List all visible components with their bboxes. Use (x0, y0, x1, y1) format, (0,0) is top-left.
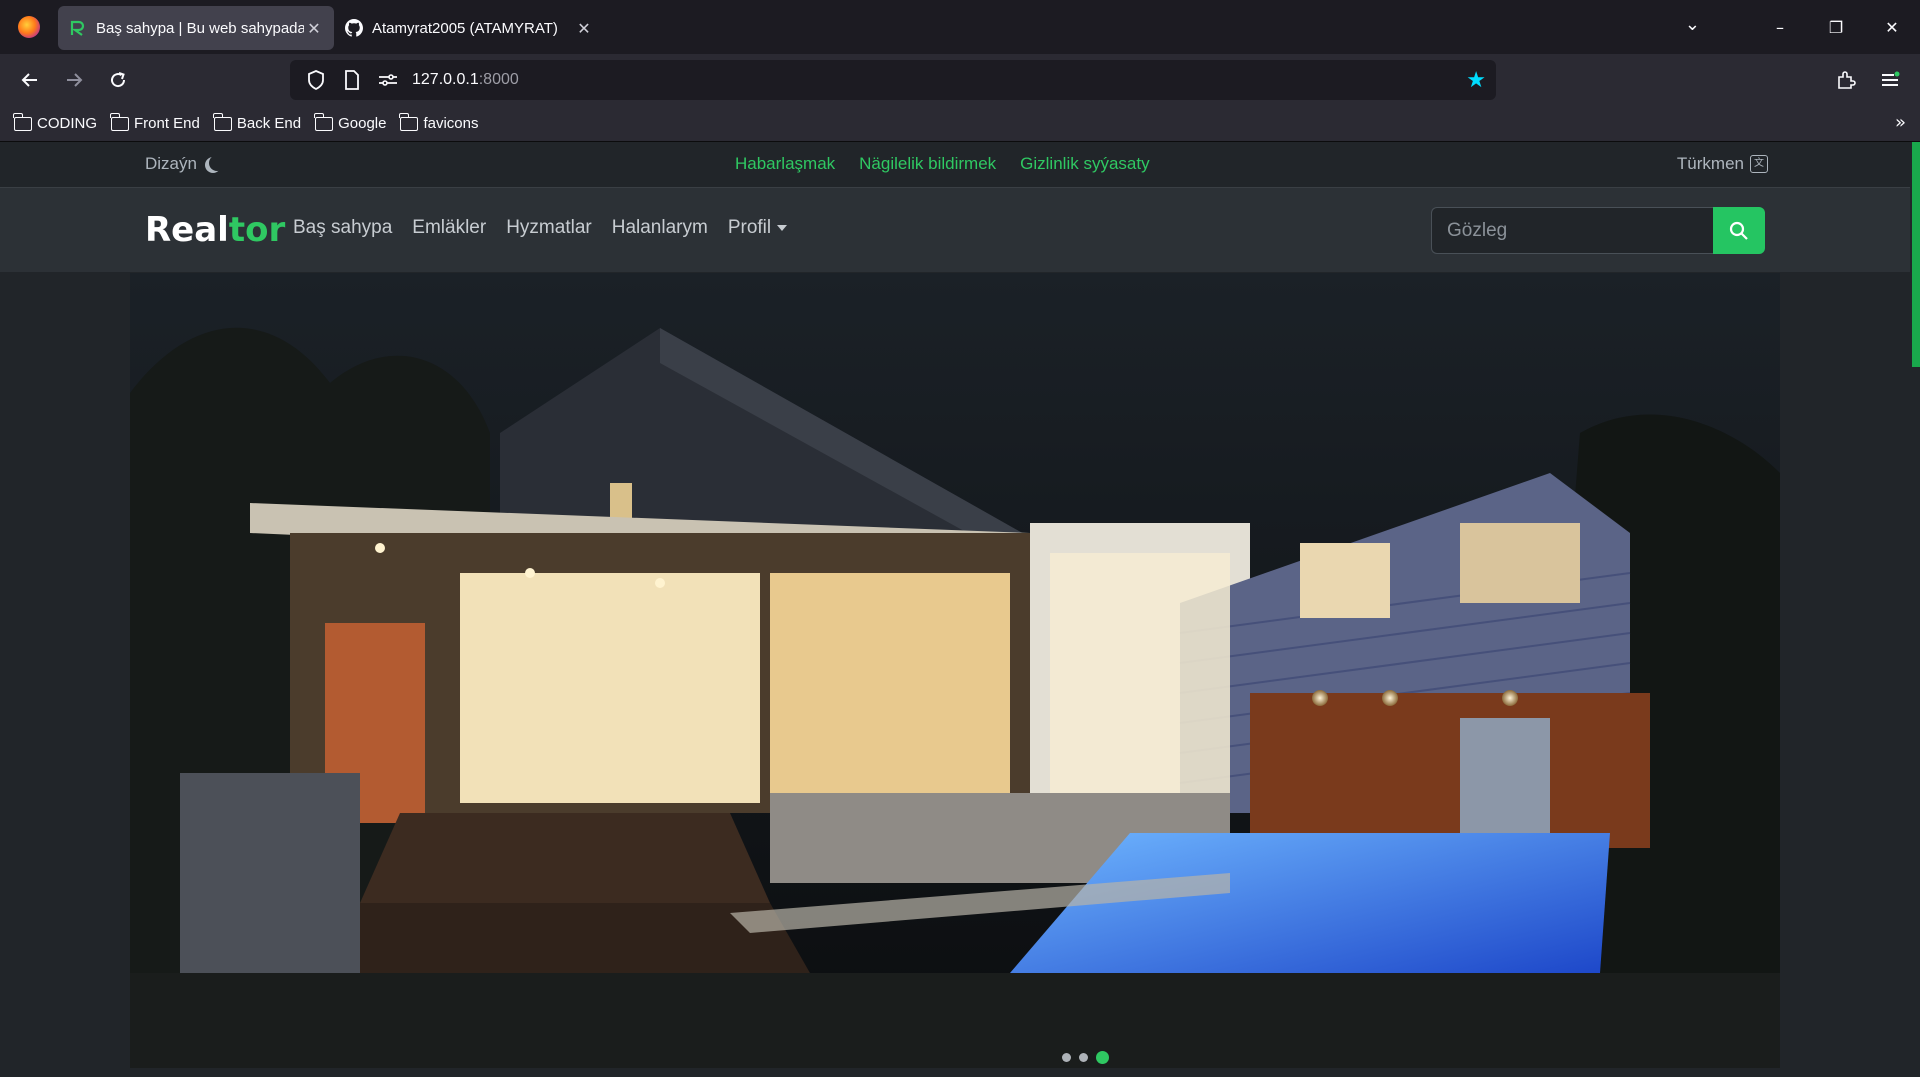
firefox-menu-icon[interactable] (0, 0, 58, 54)
search-input[interactable] (1431, 207, 1713, 254)
bookmark-folder-back-end[interactable]: Back End (212, 112, 301, 132)
moon-icon (209, 155, 225, 171)
language-selector[interactable]: Türkmen 文 (1677, 154, 1768, 174)
folder-icon (399, 112, 419, 131)
bookmarks-toolbar: CODING Front End Back End Google favicon… (0, 106, 1920, 142)
permissions-icon[interactable] (370, 73, 406, 87)
navigation-toolbar: 127.0.0.1:8000 ★ (0, 54, 1920, 106)
bookmark-folder-favicons[interactable]: favicons (399, 112, 479, 132)
folder-icon (13, 112, 32, 131)
window-close-icon[interactable]: ✕ (1864, 18, 1920, 37)
extensions-icon[interactable] (1824, 60, 1868, 100)
hero-carousel[interactable] (130, 273, 1780, 1068)
carousel-dot[interactable] (1079, 1053, 1088, 1062)
list-all-tabs-icon[interactable]: ⌄ (1685, 14, 1700, 35)
close-tab-icon[interactable]: ✕ (574, 19, 594, 38)
link-contact[interactable]: Habarlaşmak (735, 154, 835, 174)
search-button[interactable] (1713, 207, 1765, 254)
minimize-icon[interactable]: – (1752, 18, 1808, 37)
main-navbar: Realtor Baş sahypa Emläkler Hyzmatlar Ha… (0, 188, 1920, 272)
page-content: Dizaýn Habarlaşmak Nägilelik bildirmek G… (0, 142, 1920, 1077)
window-controls: – ❐ ✕ (1752, 0, 1920, 54)
main-menu: Baş sahypa Emläkler Hyzmatlar Halanlarym… (293, 217, 807, 239)
tab-title: Atamyrat2005 (ATAMYRAT) (372, 19, 558, 37)
hero-image (130, 273, 1780, 1068)
page-scrollbar[interactable] (1910, 142, 1920, 1077)
folder-icon (212, 112, 232, 131)
more-bookmarks-icon[interactable]: » (1895, 112, 1906, 133)
address-bar[interactable]: 127.0.0.1:8000 ★ (290, 60, 1496, 100)
tab-home[interactable]: Baş sahypa | Bu web sahypada t ✕ (58, 6, 334, 50)
back-icon[interactable] (8, 60, 52, 100)
caret-down-icon (777, 224, 788, 231)
toolbar-right (1824, 60, 1912, 100)
tab-title: Baş sahypa | Bu web sahypada t (96, 19, 304, 37)
carousel-indicators (1062, 1051, 1117, 1064)
topbar-links: Habarlaşmak Nägilelik bildirmek Gizlinli… (735, 154, 1174, 174)
restore-icon[interactable]: ❐ (1808, 18, 1864, 37)
link-feedback[interactable]: Nägilelik bildirmek (859, 154, 996, 174)
site-topbar: Dizaýn Habarlaşmak Nägilelik bildirmek G… (0, 142, 1920, 188)
url-text: 127.0.0.1:8000 (412, 71, 519, 88)
close-tab-icon[interactable]: ✕ (304, 19, 324, 38)
bookmark-folder-coding[interactable]: CODING (13, 112, 97, 132)
page-info-icon[interactable] (334, 70, 370, 90)
tab-github[interactable]: Atamyrat2005 (ATAMYRAT) ✕ (334, 6, 604, 50)
reload-icon[interactable] (96, 60, 140, 100)
brand-logo[interactable]: Realtor (145, 210, 285, 250)
github-icon (344, 18, 364, 38)
folder-icon (314, 112, 334, 131)
app-menu-icon[interactable] (1868, 60, 1912, 100)
forward-icon[interactable] (52, 60, 96, 100)
menu-item-profile[interactable]: Profil (728, 217, 788, 239)
theme-toggle[interactable]: Dizaýn (145, 154, 219, 174)
link-privacy[interactable]: Gizlinlik syýasaty (1020, 154, 1149, 174)
folder-icon (110, 112, 129, 131)
carousel-dot[interactable] (1062, 1053, 1071, 1062)
bookmark-star-icon[interactable]: ★ (1466, 68, 1486, 93)
search-form (1431, 207, 1765, 254)
carousel-dot-active[interactable] (1096, 1051, 1109, 1064)
translate-icon: 文 (1750, 155, 1768, 173)
menu-item-services[interactable]: Hyzmatlar (506, 217, 592, 239)
bookmark-folder-google[interactable]: Google (314, 112, 386, 132)
tab-strip: Baş sahypa | Bu web sahypada t ✕ Atamyra… (0, 0, 1920, 54)
bookmark-folder-front-end[interactable]: Front End (110, 112, 200, 132)
browser-window: Baş sahypa | Bu web sahypada t ✕ Atamyra… (0, 0, 1920, 1077)
menu-item-favorites[interactable]: Halanlarym (612, 217, 708, 239)
menu-item-home[interactable]: Baş sahypa (293, 217, 392, 239)
realtor-favicon-icon (68, 18, 88, 38)
tracking-protection-icon[interactable] (298, 70, 334, 90)
scrollbar-thumb[interactable] (1912, 142, 1920, 367)
menu-item-properties[interactable]: Emläkler (412, 217, 486, 239)
search-icon (1729, 221, 1748, 240)
